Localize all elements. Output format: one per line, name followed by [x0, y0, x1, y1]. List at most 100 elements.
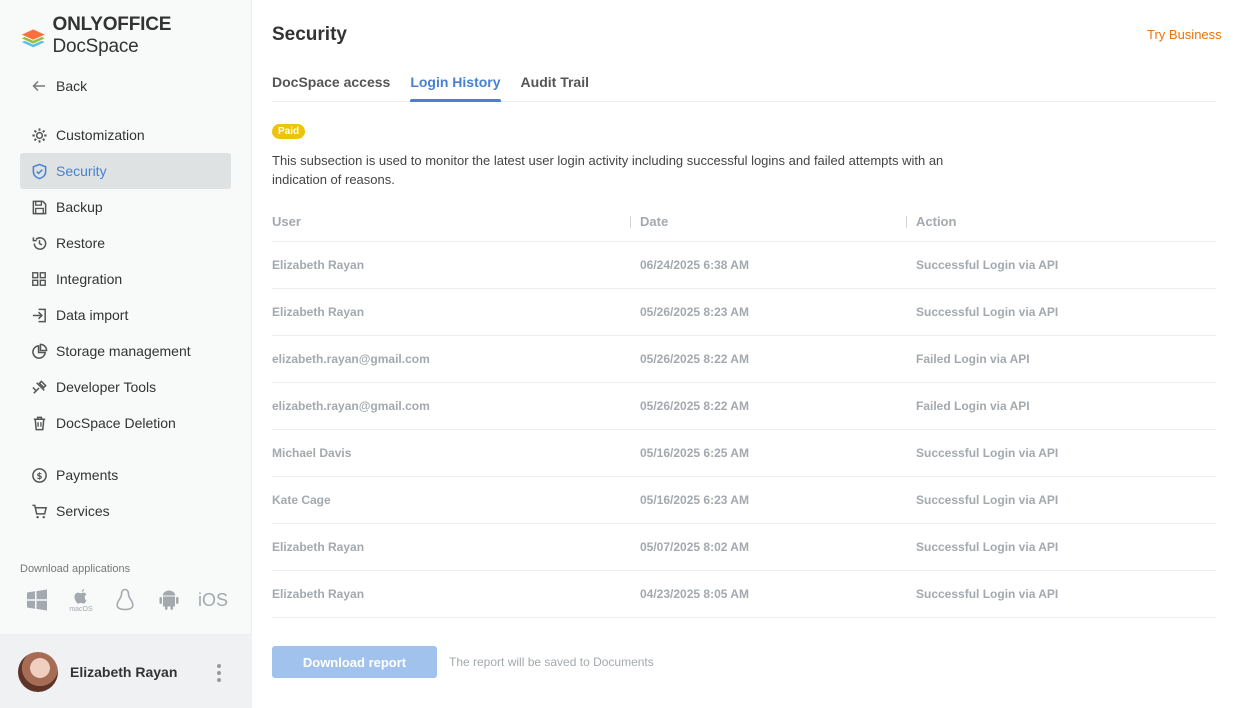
dollar-icon: $ — [30, 466, 48, 484]
sidebar-item-integration[interactable]: Integration — [20, 261, 231, 297]
cell-action: Successful Login via API — [916, 493, 1059, 507]
trash-icon — [30, 414, 48, 432]
cell-user: Michael Davis — [272, 446, 352, 460]
cell-date: 04/23/2025 8:05 AM — [640, 587, 749, 601]
try-business-link[interactable]: Try Business — [1147, 27, 1222, 42]
cell-user: Elizabeth Rayan — [272, 305, 365, 319]
paid-badge: Paid — [272, 124, 306, 139]
back-label: Back — [56, 78, 88, 94]
sidebar-item-label: Customization — [56, 127, 145, 143]
table-row[interactable]: Elizabeth Rayan 05/07/2025 8:02 AM Succe… — [272, 524, 1216, 571]
ios-label: iOS — [198, 590, 229, 610]
sidebar-item-label: Security — [56, 163, 107, 179]
sidebar-item-backup[interactable]: Backup — [20, 189, 231, 225]
download-report-button[interactable]: Download report — [272, 646, 437, 678]
sidebar-item-label: DocSpace Deletion — [56, 415, 176, 431]
sidebar-item-data-import[interactable]: Data import — [20, 297, 231, 333]
cell-date: 05/07/2025 8:02 AM — [640, 540, 749, 554]
sidebar-item-security[interactable]: Security — [20, 153, 231, 189]
download-hint: The report will be saved to Documents — [449, 655, 654, 669]
grid-icon — [30, 270, 48, 288]
billing-menu: $ Payments Services — [20, 457, 231, 529]
table-row[interactable]: Elizabeth Rayan 04/23/2025 8:05 AM Succe… — [272, 571, 1216, 618]
ios-icon[interactable]: iOS — [198, 586, 229, 614]
report-footer: Download report The report will be saved… — [272, 646, 654, 678]
arrow-left-icon — [32, 80, 45, 92]
cell-user: Elizabeth Rayan — [272, 540, 365, 554]
column-header-user[interactable]: User — [272, 214, 640, 229]
restore-icon — [30, 234, 48, 252]
logo[interactable]: ONLYOFFICE DocSpace — [20, 14, 251, 57]
cell-action: Failed Login via API — [916, 399, 1030, 413]
column-header-action[interactable]: Action — [906, 214, 1216, 229]
table-row[interactable]: elizabeth.rayan@gmail.com 05/26/2025 8:2… — [272, 336, 1216, 383]
cell-user: Elizabeth Rayan — [272, 587, 365, 601]
svg-text:$: $ — [36, 471, 42, 481]
profile-bar: Elizabeth Rayan — [0, 634, 252, 708]
cell-user: Kate Cage — [272, 493, 331, 507]
tab-login-history[interactable]: Login History — [410, 74, 501, 102]
sidebar-item-label: Storage management — [56, 343, 191, 359]
tab-audit-trail[interactable]: Audit Trail — [521, 74, 589, 101]
table-header: User Date Action — [272, 202, 1216, 242]
more-options-icon[interactable] — [216, 664, 222, 682]
cart-icon — [30, 502, 48, 520]
download-apps-label: Download applications — [20, 563, 131, 575]
cell-user: elizabeth.rayan@gmail.com — [272, 352, 430, 366]
sidebar-item-docspace-deletion[interactable]: DocSpace Deletion — [20, 405, 231, 441]
table-row[interactable]: elizabeth.rayan@gmail.com 05/26/2025 8:2… — [272, 383, 1216, 430]
sidebar-item-label: Data import — [56, 307, 129, 323]
sidebar-item-label: Services — [56, 503, 110, 519]
sidebar-item-label: Integration — [56, 271, 123, 287]
cell-date: 05/16/2025 6:23 AM — [640, 493, 749, 507]
tools-icon — [30, 378, 48, 396]
download-apps: macOS iOS — [24, 586, 229, 614]
avatar[interactable] — [18, 651, 58, 692]
back-button[interactable]: Back — [30, 76, 87, 96]
floppy-icon — [30, 198, 48, 216]
shield-icon — [30, 162, 48, 180]
table-row[interactable]: Michael Davis 05/16/2025 6:25 AM Success… — [272, 430, 1216, 477]
sidebar-item-developer-tools[interactable]: Developer Tools — [20, 369, 231, 405]
page-title: Security — [272, 24, 347, 45]
table-row[interactable]: Elizabeth Rayan 06/24/2025 6:38 AM Succe… — [272, 242, 1216, 289]
profile-name: Elizabeth Rayan — [70, 663, 178, 680]
pie-icon — [30, 342, 48, 360]
cell-date: 05/26/2025 8:22 AM — [640, 352, 749, 366]
brand-name: ONLYOFFICE DocSpace — [52, 14, 172, 57]
sidebar-item-storage-management[interactable]: Storage management — [20, 333, 231, 369]
settings-menu: Customization Security Backup Restore In… — [20, 117, 231, 441]
cell-date: 05/16/2025 6:25 AM — [640, 446, 749, 460]
sidebar-item-customization[interactable]: Customization — [20, 117, 231, 153]
android-icon[interactable] — [156, 586, 182, 614]
sidebar-item-services[interactable]: Services — [20, 493, 231, 529]
macos-icon[interactable]: macOS — [68, 586, 94, 614]
column-header-date[interactable]: Date — [630, 214, 916, 229]
sidebar-item-restore[interactable]: Restore — [20, 225, 231, 261]
tab-docspace-access[interactable]: DocSpace access — [272, 74, 390, 101]
table-row[interactable]: Kate Cage 05/16/2025 6:23 AM Successful … — [272, 477, 1216, 524]
cell-user: Elizabeth Rayan — [272, 258, 365, 272]
windows-icon[interactable] — [24, 586, 50, 614]
sidebar-item-label: Developer Tools — [56, 379, 157, 395]
sidebar: ONLYOFFICE DocSpace Back Customization S… — [0, 0, 252, 708]
sidebar-item-payments[interactable]: $ Payments — [20, 457, 231, 493]
import-icon — [30, 306, 48, 324]
linux-icon[interactable] — [112, 586, 138, 614]
cell-action: Successful Login via API — [916, 540, 1059, 554]
cell-action: Failed Login via API — [916, 352, 1030, 366]
sidebar-item-label: Payments — [56, 467, 119, 483]
sidebar-item-label: Restore — [56, 235, 106, 251]
cell-date: 05/26/2025 8:23 AM — [640, 305, 749, 319]
cell-action: Successful Login via API — [916, 258, 1059, 272]
macos-label: macOS — [69, 605, 93, 613]
cell-date: 06/24/2025 6:38 AM — [640, 258, 749, 272]
section-description: This subsection is used to monitor the l… — [272, 153, 944, 187]
cell-action: Successful Login via API — [916, 587, 1059, 601]
login-history-table: User Date Action Elizabeth Rayan 06/24/2… — [272, 202, 1216, 618]
cell-user: elizabeth.rayan@gmail.com — [272, 399, 430, 413]
cell-action: Successful Login via API — [916, 305, 1059, 319]
cell-action: Successful Login via API — [916, 446, 1059, 460]
table-row[interactable]: Elizabeth Rayan 05/26/2025 8:23 AM Succe… — [272, 289, 1216, 336]
gear-icon — [30, 126, 48, 144]
